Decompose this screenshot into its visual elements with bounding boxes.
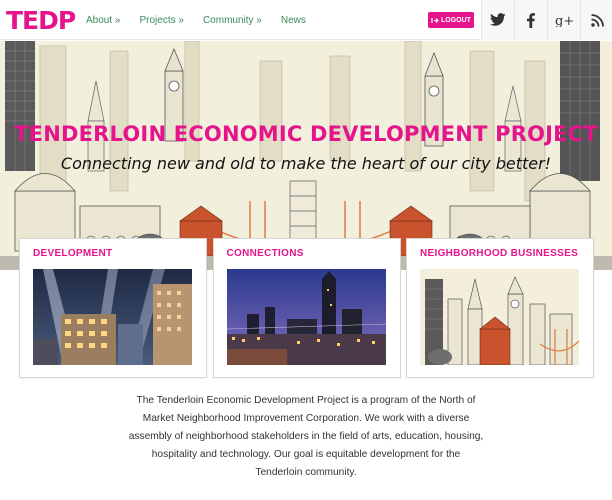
card-title: DEVELOPMENT — [33, 248, 113, 259]
tedp-logo[interactable]: TEDP — [6, 6, 76, 34]
rss-icon — [590, 13, 604, 27]
twitter-icon — [490, 13, 506, 26]
hero-banner: TENDERLOIN ECONOMIC DEVELOPMENT PROJECT … — [0, 41, 612, 270]
feature-cards: DEVELOPMENT CONNECTIONS NEIGHBORHOOD BUS… — [19, 238, 594, 378]
intro-line: assembly of neighborhood stakeholders in… — [128, 431, 484, 442]
intro-paragraph: The Tenderloin Economic Development Proj… — [100, 392, 512, 482]
google-plus-icon: g+ — [555, 14, 573, 27]
logout-arrow-icon — [431, 17, 439, 23]
logo-text: TEDP — [6, 5, 76, 35]
intro-line: hospitality and technology. Our goal is … — [151, 449, 461, 460]
card-connections[interactable]: CONNECTIONS — [212, 238, 401, 378]
svg-text:g+: g+ — [555, 14, 573, 27]
logout-button[interactable]: LOGOUT — [428, 12, 474, 28]
intro-line: Tenderloin community. — [255, 467, 357, 478]
twitter-button[interactable] — [481, 0, 514, 40]
hero-subtitle: Connecting new and old to make the heart… — [60, 154, 552, 173]
card-title: NEIGHBORHOOD BUSINESSES — [420, 248, 579, 259]
google-plus-button[interactable]: g+ — [547, 0, 580, 40]
card-neighborhood-businesses[interactable]: NEIGHBORHOOD BUSINESSES — [406, 238, 594, 378]
neighborhood-businesses-illustration[interactable] — [420, 269, 579, 365]
connections-photo[interactable] — [226, 269, 386, 365]
development-photo[interactable] — [33, 269, 192, 365]
nav-community-link[interactable]: Community » — [203, 15, 262, 26]
social-links: g+ — [481, 0, 612, 40]
nav-projects-link[interactable]: Projects » — [139, 15, 183, 26]
card-title: CONNECTIONS — [226, 248, 304, 259]
nav-about-link[interactable]: About » — [86, 15, 120, 26]
card-development[interactable]: DEVELOPMENT — [19, 238, 207, 378]
intro-line: Market Neighborhood Improvement Corporat… — [142, 413, 470, 424]
rss-button[interactable] — [580, 0, 612, 40]
logout-label: LOGOUT — [441, 16, 471, 24]
facebook-icon — [527, 12, 535, 28]
top-navigation-bar: TEDP About » Projects » Community » News… — [0, 0, 612, 40]
nav-news-link[interactable]: News — [281, 15, 306, 26]
main-nav: About » Projects » Community » News — [86, 0, 306, 40]
hero-title: TENDERLOIN ECONOMIC DEVELOPMENT PROJECT — [14, 122, 598, 146]
facebook-button[interactable] — [514, 0, 547, 40]
intro-line: The Tenderloin Economic Development Proj… — [136, 395, 476, 406]
